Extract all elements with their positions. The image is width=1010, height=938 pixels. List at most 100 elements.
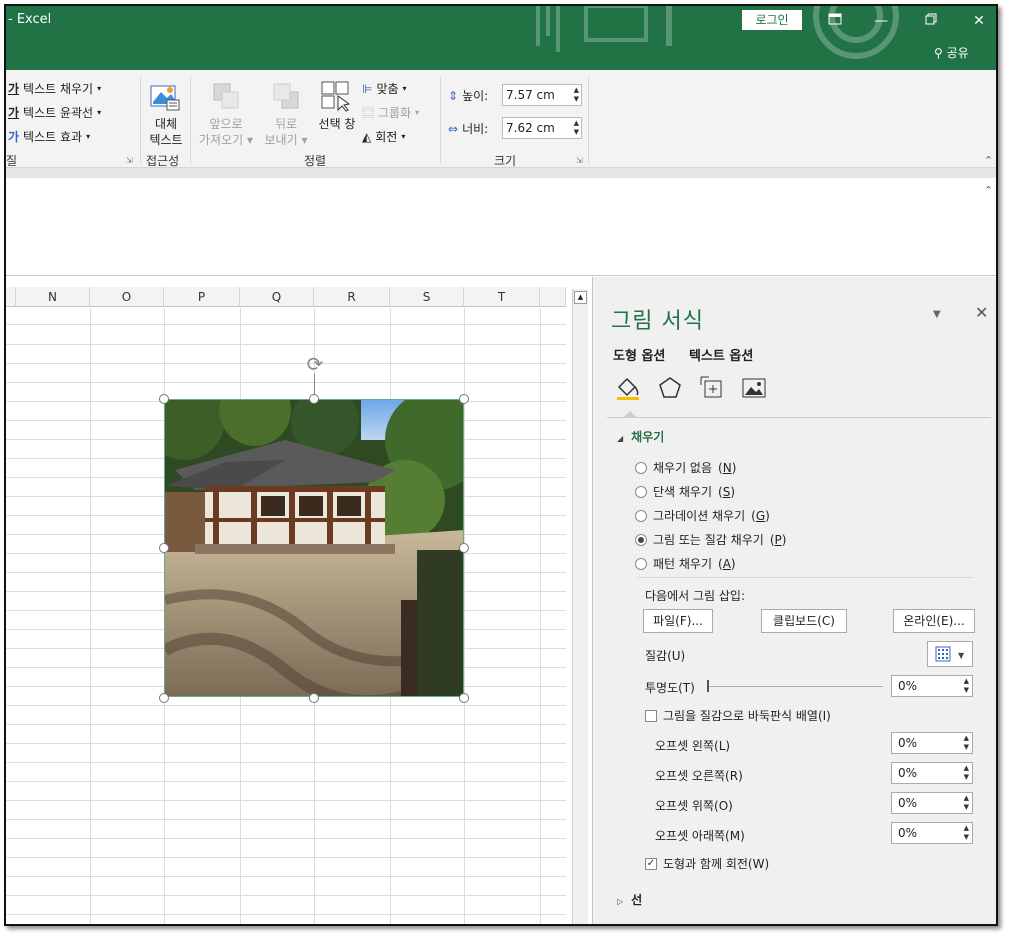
radio-button[interactable] [635, 461, 647, 474]
transparency-slider-thumb[interactable] [707, 680, 709, 692]
selected-picture[interactable] [164, 399, 464, 697]
app-title: - Excel [8, 12, 52, 27]
column-header[interactable]: R [314, 287, 390, 307]
resize-handle[interactable] [459, 693, 469, 703]
alt-text-button[interactable]: 대체 텍스트 [146, 116, 186, 148]
offset-left-input[interactable]: 0% ▲ ▼ [891, 732, 973, 754]
collapse-formula-bar-icon[interactable]: ⌃ [984, 184, 993, 197]
radio-button[interactable] [635, 557, 647, 570]
column-header[interactable]: S [390, 287, 464, 307]
rotate-handle-icon[interactable]: ⟳ [302, 351, 328, 377]
fill-option-picture-texture[interactable]: 그림 또는 질감 채우기 (P) [635, 531, 786, 548]
resize-handle[interactable] [159, 394, 169, 404]
pane-options-chevron-icon[interactable]: ▼ [933, 309, 941, 320]
collapse-ribbon-icon[interactable]: ⌃ [984, 154, 993, 167]
fill-option-gradient[interactable]: 그라데이션 채우기 (G) [635, 507, 770, 524]
tab-text-options[interactable]: 텍스트 옵션 [689, 345, 753, 364]
group-button[interactable]: ⿴ 그룹화 ▾ [362, 104, 419, 121]
resize-handle[interactable] [459, 394, 469, 404]
spin-arrows-icon[interactable]: ▲ ▼ [574, 86, 579, 104]
shape-height-icon: ⇕ [448, 88, 459, 103]
spin-arrows-icon[interactable]: ▲ ▼ [574, 119, 579, 137]
pane-divider [607, 417, 991, 418]
minimize-icon[interactable]: — [858, 8, 904, 34]
height-input[interactable]: 7.57 cm ▲ ▼ [502, 84, 582, 106]
close-icon[interactable]: ✕ [956, 8, 996, 34]
align-button[interactable]: ⊫ 맞춤 ▾ [362, 80, 407, 97]
selection-pane-button[interactable]: 선택 창 [312, 116, 362, 132]
pane-close-icon[interactable]: ✕ [975, 303, 988, 322]
rotate-button[interactable]: ◭ 회전 ▾ [362, 128, 405, 145]
tile-checkbox[interactable] [645, 709, 657, 722]
text-effects-button[interactable]: 가 텍스트 효과 ▾ [8, 128, 90, 145]
transparency-slider-track[interactable] [707, 686, 883, 687]
send-backward-button[interactable]: 뒤로 보내기 ▾ [260, 116, 312, 148]
width-input[interactable]: 7.62 cm ▲ ▼ [502, 117, 582, 139]
fill-option-pattern[interactable]: 패턴 채우기 (A) [635, 555, 736, 572]
spin-arrows-icon[interactable]: ▲ ▼ [964, 734, 969, 752]
formula-area: ⌃ [6, 178, 996, 276]
online-button[interactable]: 온라인(E)... [893, 609, 975, 633]
column-header[interactable]: P [164, 287, 240, 307]
clipboard-button[interactable]: 클립보드(C) [761, 609, 847, 633]
resize-handle[interactable] [159, 693, 169, 703]
resize-handle[interactable] [309, 394, 319, 404]
tab-shape-options[interactable]: 도형 옵션 [613, 345, 665, 364]
texture-picker[interactable]: ▼ [927, 641, 973, 667]
fill-option-none[interactable]: 채우기 없음 (N) [635, 459, 736, 476]
radio-button[interactable] [635, 509, 647, 522]
excel-window: - Excel 로그인 — ✕ ⚲ 공유 가 텍스트 채우기 ▾ 가 텍스트 윤… [4, 4, 998, 926]
scroll-up-icon[interactable]: ▲ [574, 291, 587, 304]
column-header[interactable]: T [464, 287, 540, 307]
transparency-input[interactable]: 0% ▲ ▼ [891, 675, 973, 697]
offset-top-label: 오프셋 위쪽(O) [655, 799, 733, 813]
spin-arrows-icon[interactable]: ▲ ▼ [964, 764, 969, 782]
fill-option-solid[interactable]: 단색 채우기 (S) [635, 483, 735, 500]
align-icon: ⊫ [362, 81, 373, 96]
bring-forward-button[interactable]: 앞으로 가져오기 ▾ [196, 116, 256, 148]
dialog-launcher-icon[interactable]: ⇲ [126, 156, 133, 165]
person-icon: ⚲ [934, 46, 943, 60]
share-label: 공유 [946, 46, 969, 60]
vertical-scrollbar[interactable]: ▲ [572, 289, 588, 924]
radio-button[interactable] [635, 485, 647, 498]
offset-right-input[interactable]: 0% ▲ ▼ [891, 762, 973, 784]
rotate-with-shape-checkbox-row[interactable]: ✓ 도형과 함께 회전(W) [645, 855, 769, 872]
ribbon-display-icon[interactable] [812, 8, 858, 34]
fill-line-icon[interactable] [615, 375, 641, 401]
rotate-checkbox-checked[interactable]: ✓ [645, 857, 657, 870]
file-button[interactable]: 파일(F)... [643, 609, 713, 633]
restore-icon[interactable] [908, 8, 954, 34]
fill-section-header[interactable]: ◢ 채우기 [617, 428, 664, 445]
resize-handle[interactable] [159, 543, 169, 553]
column-header[interactable]: N [16, 287, 90, 307]
width-label: ⇔ 너비: [448, 121, 489, 137]
spin-arrows-icon[interactable]: ▲ ▼ [964, 677, 969, 695]
dialog-launcher-icon[interactable]: ⇲ [576, 156, 583, 165]
column-header-partial[interactable] [540, 287, 566, 307]
alt-text-icon[interactable] [149, 80, 181, 112]
text-fill-button[interactable]: 가 텍스트 채우기 ▾ [8, 80, 101, 97]
resize-handle[interactable] [459, 543, 469, 553]
offset-bottom-input[interactable]: 0% ▲ ▼ [891, 822, 973, 844]
spin-arrows-icon[interactable]: ▲ ▼ [964, 794, 969, 812]
tile-picture-checkbox-row[interactable]: 그림을 질감으로 바둑판식 배열(I) [645, 707, 831, 724]
resize-handle[interactable] [309, 693, 319, 703]
column-header[interactable]: Q [240, 287, 314, 307]
ribbon: 가 텍스트 채우기 ▾ 가 텍스트 윤곽선 ▾ 가 텍스트 효과 ▾ 질 ⇲ 대… [6, 70, 996, 168]
text-outline-button[interactable]: 가 텍스트 윤곽선 ▾ [8, 104, 101, 121]
share-button[interactable]: ⚲ 공유 [934, 44, 969, 61]
texture-label: 질감(U) [645, 649, 686, 663]
login-button[interactable]: 로그인 [742, 10, 802, 30]
column-header-partial[interactable] [6, 287, 16, 307]
line-section-header[interactable]: ▷ 선 [617, 891, 642, 908]
accessibility-group-label: 접근성 [146, 154, 180, 168]
group-icon: ⿴ [362, 106, 375, 120]
effects-pentagon-icon[interactable] [657, 375, 683, 401]
offset-top-input[interactable]: 0% ▲ ▼ [891, 792, 973, 814]
column-header[interactable]: O [90, 287, 164, 307]
spin-arrows-icon[interactable]: ▲ ▼ [964, 824, 969, 842]
picture-icon[interactable] [741, 375, 767, 401]
size-properties-icon[interactable] [699, 375, 725, 401]
radio-button-selected[interactable] [635, 533, 647, 546]
